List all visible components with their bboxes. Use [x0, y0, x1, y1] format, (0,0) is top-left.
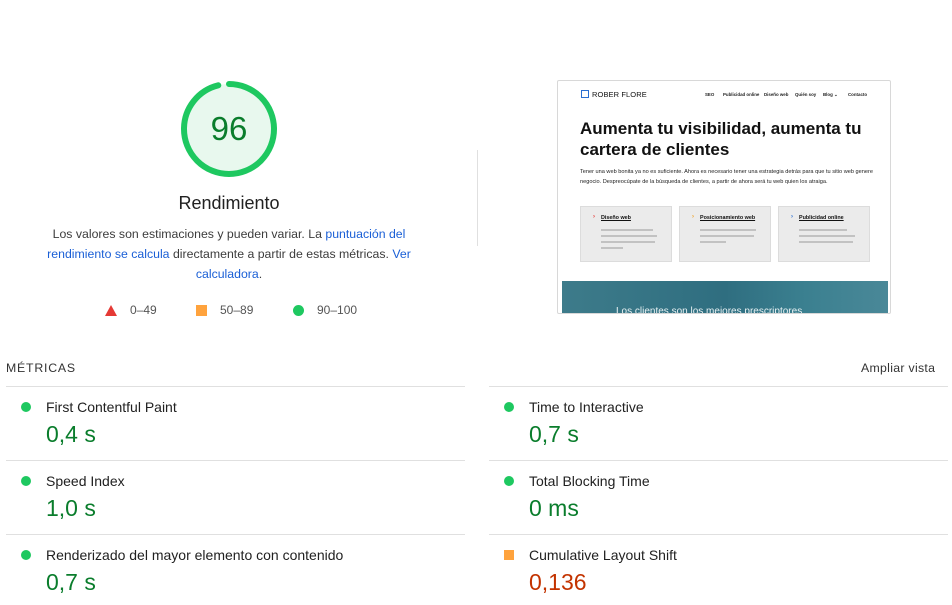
metric-value-lcp: 0,7 s: [46, 569, 96, 595]
vertical-divider: [477, 150, 478, 246]
pass-circle-icon: [21, 402, 31, 412]
desc-text: Los valores son estimaciones y pueden va…: [52, 227, 326, 241]
site-banner-text: Los clientes son los mejores prescriptor…: [616, 306, 803, 314]
text-line: [601, 241, 655, 243]
pass-circle-icon: [504, 476, 514, 486]
text-line: [601, 229, 653, 231]
site-headline: Aumenta tu visibilidad, aumenta tu carte…: [580, 119, 862, 159]
site-nav-item: SEO: [705, 92, 715, 97]
metrics-heading: MÉTRICAS: [6, 361, 76, 375]
legend-pass: 90–100: [293, 303, 357, 317]
site-nav-item: Publicidad online: [723, 92, 760, 97]
divider: [489, 534, 948, 535]
legend-average: 50–89: [196, 303, 253, 317]
metric-label-cls: Cumulative Layout Shift: [529, 547, 677, 563]
chevron-right-icon: ›: [692, 214, 694, 220]
text-line: [799, 241, 853, 243]
legend-pass-label: 90–100: [317, 303, 358, 317]
average-square-icon: [196, 304, 207, 316]
site-logo: ROBER FLORE: [592, 90, 647, 99]
text-line: [799, 235, 855, 237]
performance-description: Los valores son estimaciones y pueden va…: [44, 224, 414, 284]
metric-label-lcp: Renderizado del mayor elemento con conte…: [46, 547, 344, 563]
chevron-down-icon: ⌄: [834, 92, 838, 97]
performance-score: 96: [210, 110, 248, 147]
performance-title: Rendimiento: [178, 193, 280, 213]
site-paragraph: Tener una web bonita ya no es suficiente…: [580, 169, 873, 185]
text-line: [700, 229, 756, 231]
pass-circle-icon: [504, 402, 514, 412]
metric-value-tti: 0,7 s: [529, 421, 579, 447]
site-card-title: Posicionamiento web: [700, 215, 756, 221]
site-card: › Posicionamiento web: [679, 206, 771, 262]
text-line: [601, 235, 657, 237]
pass-circle-icon: [21, 550, 31, 560]
metric-value-fcp: 0,4 s: [46, 421, 96, 447]
metric-value-cls: 0,136: [529, 569, 587, 595]
final-screenshot: ROBER FLORE SEO Publicidad online Diseño…: [557, 80, 891, 314]
legend-fail-label: 0–49: [130, 303, 157, 317]
divider: [6, 460, 465, 461]
metric-label-speed-index: Speed Index: [46, 473, 125, 489]
site-nav-item: Quién soy: [795, 92, 817, 97]
text-line: [700, 235, 754, 237]
site-card: › Diseño web: [580, 206, 672, 262]
divider: [6, 534, 465, 535]
text-line: [799, 229, 847, 231]
text-line: [700, 241, 726, 243]
metric-value-tbt: 0 ms: [529, 495, 579, 521]
legend-average-label: 50–89: [220, 303, 254, 317]
site-card-title: Diseño web: [601, 215, 631, 221]
divider: [489, 386, 948, 387]
fail-triangle-icon: [105, 304, 117, 316]
pass-circle-icon: [21, 476, 31, 486]
desc-text: directamente a partir de estas métricas.: [169, 247, 393, 261]
site-nav-item: Blog ⌄: [823, 92, 838, 98]
legend-fail: 0–49: [105, 303, 157, 317]
site-nav-item: Diseño web: [764, 92, 789, 97]
site-nav-label: Blog: [823, 92, 833, 97]
divider: [489, 460, 948, 461]
desc-text: .: [258, 267, 263, 281]
site-logo-icon: [581, 90, 589, 98]
pass-circle-icon: [293, 304, 304, 316]
chevron-right-icon: ›: [593, 214, 595, 220]
average-square-icon: [504, 550, 514, 560]
text-line: [601, 247, 623, 249]
expand-view-toggle[interactable]: Ampliar vista: [861, 361, 935, 375]
site-nav-item: Contacto: [848, 92, 868, 97]
site-card-title: Publicidad online: [799, 215, 844, 221]
metric-label-fcp: First Contentful Paint: [46, 399, 177, 415]
metric-label-tbt: Total Blocking Time: [529, 473, 650, 489]
metric-label-tti: Time to Interactive: [529, 399, 644, 415]
site-card: › Publicidad online: [778, 206, 870, 262]
chevron-right-icon: ›: [791, 214, 793, 220]
metric-value-speed-index: 1,0 s: [46, 495, 96, 521]
divider: [6, 386, 465, 387]
